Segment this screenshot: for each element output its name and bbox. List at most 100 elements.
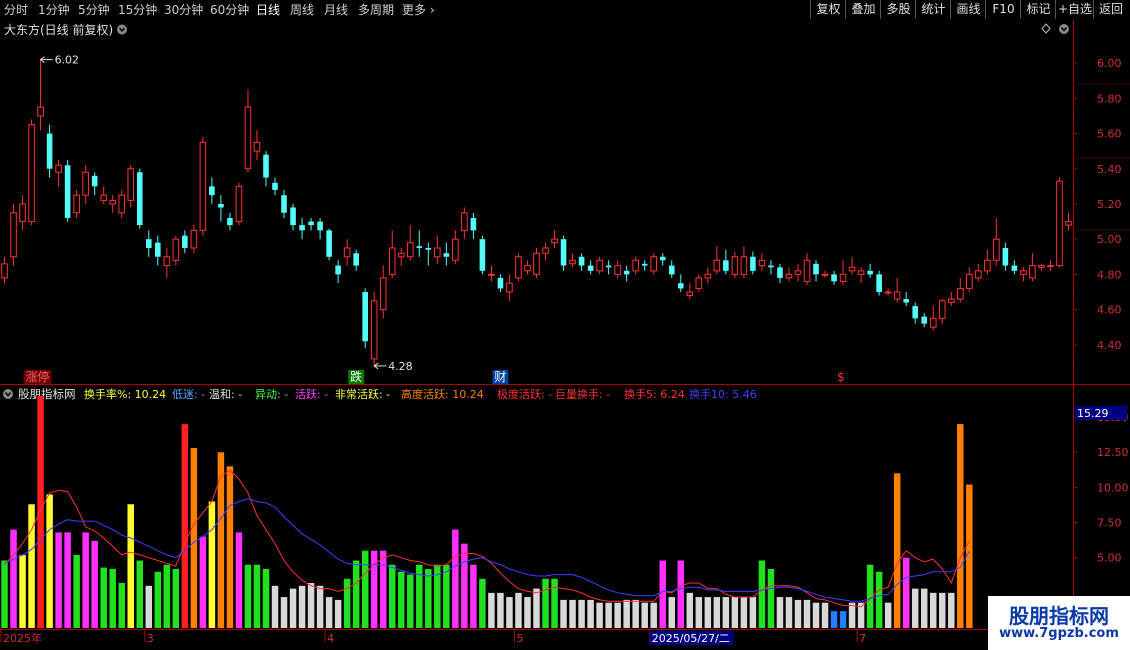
period-9[interactable]: 多周期 — [358, 1, 394, 19]
turnover-bar-68 — [614, 602, 621, 628]
tool-btn-2[interactable]: 多股 — [880, 0, 916, 19]
candle-15 — [136, 168, 143, 229]
turnover-bar-98 — [884, 602, 892, 628]
tool-btn-7[interactable]: +自选 — [1055, 0, 1094, 19]
indicator-dropdown-icon[interactable] — [3, 389, 13, 399]
period-7[interactable]: 周线 — [290, 1, 314, 19]
turnover-bar-63 — [569, 599, 576, 628]
tool-btn-8[interactable]: 返回 — [1093, 0, 1128, 19]
event-tag-label-1: 跌 — [350, 369, 362, 384]
turnover-bar-21 — [190, 448, 198, 628]
turnover-bar-80 — [722, 597, 730, 628]
turnover-bar-45 — [407, 574, 414, 628]
turnover-bar-7 — [64, 532, 71, 628]
date-label-1: 3 — [147, 632, 154, 645]
turnover-bar-101 — [911, 588, 919, 628]
turnover-bar-42 — [379, 550, 387, 628]
turnover-bar-11 — [100, 567, 107, 628]
event-tag-3[interactable]: $ — [837, 370, 845, 384]
turnover-bar-61 — [551, 578, 558, 628]
watermark-url: www.7gpzb.com — [999, 626, 1119, 641]
turnover-bar-36 — [325, 597, 333, 628]
period-6[interactable]: 日线 — [256, 1, 280, 19]
turnover-bar-94 — [848, 602, 856, 628]
turnover-bar-82 — [740, 597, 748, 628]
turnover-bar-37 — [334, 599, 342, 628]
turnover-bar-58 — [524, 597, 531, 628]
candle-36 — [326, 228, 332, 261]
event-tag-2[interactable]: 财 — [492, 370, 509, 384]
period-3[interactable]: 15分钟 — [118, 1, 157, 19]
turnover-bar-15 — [136, 560, 144, 628]
period-2[interactable]: 5分钟 — [78, 1, 110, 19]
turnover-bar-10 — [91, 540, 98, 628]
watermark-logo: 股朋指标网 www.7gpzb.com — [988, 596, 1130, 650]
turnover-bar-20 — [181, 424, 189, 628]
period-1[interactable]: 1分钟 — [38, 1, 70, 19]
turnover-bar-76 — [686, 592, 694, 628]
turnover-bar-59 — [533, 588, 540, 628]
tool-btn-5[interactable]: F10 — [985, 0, 1021, 19]
watermark-title: 股朋指标网 — [1009, 604, 1109, 628]
candle-1 — [10, 203, 17, 266]
kline-dropdown-icon[interactable] — [117, 24, 127, 35]
tool-btn-6[interactable]: 标记 — [1020, 0, 1056, 19]
period-5[interactable]: 60分钟 — [210, 1, 249, 19]
turnover-bar-5 — [46, 494, 53, 628]
legend-item-9: 换手5: 6.24 — [624, 387, 685, 401]
turnover-bar-84 — [758, 560, 766, 628]
event-tag-0[interactable]: 涨停 — [23, 369, 52, 384]
turnover-bar-54 — [488, 592, 495, 628]
turnover-bar-28 — [253, 564, 261, 628]
candle-53 — [479, 235, 486, 275]
price-tick-label-6: 4.80 — [1097, 268, 1122, 281]
turnover-bar-18 — [163, 564, 171, 628]
turnover-bar-67 — [605, 602, 612, 628]
candle-41 — [370, 291, 378, 366]
max-price-label: 6.02 — [55, 54, 80, 67]
turnover-bar-97 — [875, 571, 883, 628]
turnover-bar-19 — [172, 568, 180, 628]
turnover-bar-64 — [578, 599, 585, 628]
candle-7 — [64, 159, 71, 222]
candle-97 — [876, 270, 882, 296]
event-tag-label-2: 财 — [494, 370, 506, 384]
tool-btn-1[interactable]: 叠加 — [845, 0, 881, 19]
turnover-bar-66 — [596, 602, 603, 628]
turnover-tick-label-3: 7.50 — [1097, 517, 1122, 530]
price-tick-label-8: 4.40 — [1097, 339, 1122, 352]
kline-title-text: 大东方(日线 前复权) — [4, 22, 113, 37]
period-8[interactable]: 月线 — [324, 1, 348, 19]
price-tick-label-7: 4.60 — [1097, 304, 1122, 317]
turnover-bar-41 — [370, 550, 378, 628]
turnover-bar-38 — [343, 578, 351, 628]
indicator-legend: 股朋指标网 换手率%: 10.24 低迷: - 温和: - 异动: - 活跃: - 非常活跃… — [3, 387, 757, 401]
period-4[interactable]: 30分钟 — [164, 1, 203, 19]
settings-dropdown-icon[interactable] — [1059, 24, 1069, 34]
turnover-bar-69 — [623, 599, 630, 628]
turnover-bar-32 — [289, 588, 297, 628]
turnover-bar-6 — [55, 532, 62, 628]
turnover-bar-24 — [217, 452, 225, 628]
candle-22 — [199, 137, 207, 236]
price-tick-label-4: 5.20 — [1097, 198, 1122, 211]
turnover-bar-72 — [650, 602, 657, 628]
turnover-bar-102 — [920, 588, 928, 628]
candle-72 — [650, 253, 658, 275]
period-0[interactable]: 分时 — [4, 1, 28, 19]
tool-btn-3[interactable]: 统计 — [915, 0, 951, 19]
candle-3 — [28, 119, 35, 226]
tool-btn-0[interactable]: 复权 — [810, 0, 846, 19]
period-toolbar: 分时 1分钟 5分钟 15分钟 30分钟 60分钟 日线 周线 月线 多周期 更多 › 复权 叠加 多股… — [0, 0, 1130, 21]
turnover-bar-55 — [497, 592, 504, 628]
turnover-bar-3 — [28, 504, 35, 628]
period-10[interactable]: 更多 › — [402, 1, 435, 19]
min-price-label: 4.28 — [388, 360, 413, 373]
tool-btn-4[interactable]: 画线 — [950, 0, 986, 19]
turnover-bar-100 — [902, 557, 910, 628]
event-tag-1[interactable]: 跌 — [348, 369, 365, 384]
turnover-bar-39 — [352, 560, 360, 628]
stock-chart[interactable]: 大东方(日线 前复权) 6.00 5.80 5.60 5.40 5.20 5.00 4.80… — [0, 20, 1130, 650]
date-label-5: 7 — [859, 632, 866, 645]
turnover-bar-43 — [388, 564, 396, 628]
